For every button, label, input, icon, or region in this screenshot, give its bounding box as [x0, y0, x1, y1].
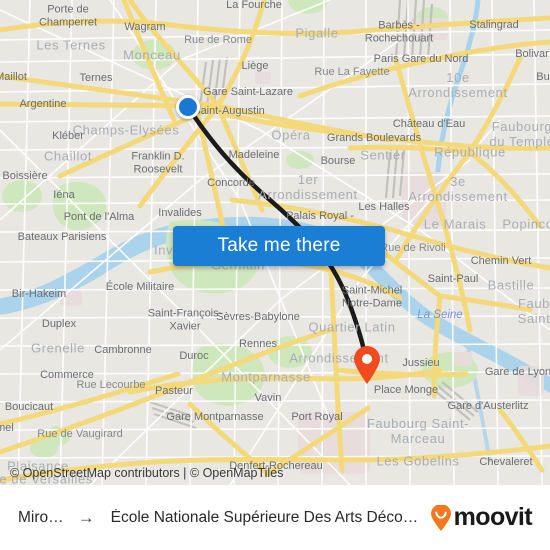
moovit-pin-icon — [430, 504, 451, 531]
route-footer-bar: Miro… → École Nationale Supérieure Des A… — [0, 485, 550, 550]
moovit-logo[interactable]: moovit — [430, 503, 533, 531]
map-canvas[interactable]: Porte de Champerret Wagram La Fourche Pigall… — [0, 0, 550, 485]
arrow-right-icon: → — [77, 508, 95, 527]
destination-label: École Nationale Supérieure Des Arts Déco… — [110, 508, 419, 526]
take-me-there-button[interactable]: Take me there — [173, 226, 385, 266]
moovit-route-preview: Porte de Champerret Wagram La Fourche Pigall… — [0, 0, 550, 550]
origin-label: Miro… — [18, 508, 64, 526]
start-point-marker[interactable] — [176, 95, 200, 119]
moovit-wordmark: moovit — [453, 503, 533, 531]
map-attribution[interactable]: © OpenStreetMap contributors | © OpenMap… — [10, 466, 283, 480]
destination-pin-marker[interactable] — [353, 346, 381, 384]
